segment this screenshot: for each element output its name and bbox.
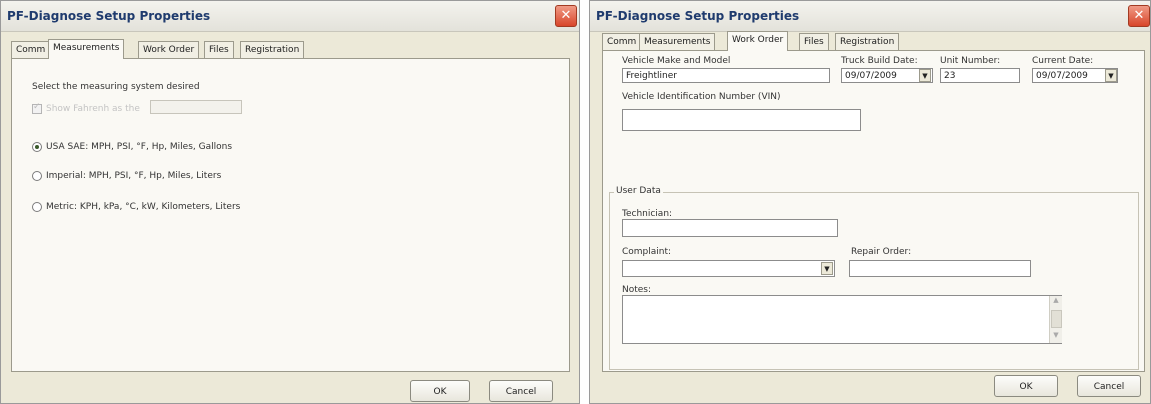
- tab-comm[interactable]: Comm: [602, 33, 642, 50]
- radio-usa-sae[interactable]: [32, 142, 42, 152]
- vehicle-make-field[interactable]: Freightliner: [622, 68, 830, 83]
- radio-metric-label[interactable]: Metric: KPH, kPa, °C, kW, Kilometers, Li…: [46, 202, 240, 212]
- tab-comm[interactable]: Comm: [11, 41, 51, 58]
- tab-registration[interactable]: Registration: [240, 41, 305, 58]
- vehicle-make-label: Vehicle Make and Model: [622, 56, 731, 66]
- chevron-down-icon[interactable]: ▼: [919, 69, 931, 82]
- measurements-panel: Select the measuring system desired Show…: [11, 58, 570, 372]
- vin-label: Vehicle Identification Number (VIN): [622, 92, 781, 102]
- cancel-button[interactable]: Cancel: [1077, 375, 1141, 397]
- truck-build-date-value: 09/07/2009: [845, 71, 897, 81]
- unit-number-label: Unit Number:: [940, 56, 1001, 66]
- radio-metric[interactable]: [32, 202, 42, 212]
- repair-order-field[interactable]: [849, 260, 1031, 277]
- vin-field[interactable]: [622, 109, 861, 131]
- scroll-thumb[interactable]: [1051, 310, 1062, 328]
- notes-label: Notes:: [622, 285, 652, 295]
- radio-usa-sae-label[interactable]: USA SAE: MPH, PSI, °F, Hp, Miles, Gallon…: [46, 142, 232, 152]
- tab-work-order[interactable]: Work Order: [138, 41, 200, 58]
- tab-work-order[interactable]: Work Order: [727, 31, 789, 51]
- title-bar[interactable]: PF-Diagnose Setup Properties ✕: [590, 1, 1150, 32]
- radio-imperial-label[interactable]: Imperial: MPH, PSI, °F, Hp, Miles, Liter…: [46, 171, 221, 181]
- complaint-field[interactable]: [622, 260, 835, 277]
- tab-registration[interactable]: Registration: [835, 33, 900, 50]
- work-order-panel: Vehicle Make and Model Freightliner Truc…: [602, 50, 1145, 372]
- tab-measurements[interactable]: Measurements: [48, 39, 125, 59]
- truck-build-date-label: Truck Build Date:: [841, 56, 918, 66]
- notes-scrollbar[interactable]: ▲ ▼: [1049, 296, 1062, 343]
- unit-number-field[interactable]: 23: [940, 68, 1020, 83]
- scroll-down-icon[interactable]: ▼: [1051, 331, 1061, 343]
- title-bar[interactable]: PF-Diagnose Setup Properties ✕: [1, 1, 579, 32]
- tab-files[interactable]: Files: [799, 33, 829, 50]
- cancel-button[interactable]: Cancel: [489, 380, 553, 402]
- tab-measurements[interactable]: Measurements: [639, 33, 716, 50]
- tab-files[interactable]: Files: [204, 41, 234, 58]
- close-icon[interactable]: ✕: [555, 5, 577, 27]
- work-order-dialog: PF-Diagnose Setup Properties ✕ Comm Meas…: [589, 0, 1151, 404]
- ok-button[interactable]: OK: [994, 375, 1058, 397]
- current-date-value: 09/07/2009: [1036, 71, 1088, 81]
- disabled-checkbox: [32, 102, 42, 114]
- current-date-label: Current Date:: [1032, 56, 1094, 66]
- technician-label: Technician:: [622, 209, 673, 219]
- measuring-system-prompt: Select the measuring system desired: [32, 82, 200, 92]
- notes-textarea[interactable]: [622, 295, 1062, 344]
- dialog-title: PF-Diagnose Setup Properties: [7, 9, 211, 23]
- technician-field[interactable]: [622, 219, 838, 237]
- disabled-option-label: Show Fahrenh as the: [46, 104, 140, 114]
- repair-order-label: Repair Order:: [851, 247, 912, 257]
- chevron-down-icon[interactable]: ▼: [821, 262, 833, 275]
- ok-button[interactable]: OK: [410, 380, 470, 402]
- chevron-down-icon[interactable]: ▼: [1105, 69, 1117, 82]
- disabled-field: [150, 100, 242, 114]
- close-icon[interactable]: ✕: [1128, 5, 1150, 27]
- complaint-label: Complaint:: [622, 247, 672, 257]
- scroll-up-icon[interactable]: ▲: [1051, 296, 1061, 308]
- user-data-label: User Data: [614, 186, 663, 196]
- radio-imperial[interactable]: [32, 171, 42, 181]
- dialog-title: PF-Diagnose Setup Properties: [596, 9, 800, 23]
- measurements-dialog: PF-Diagnose Setup Properties ✕ Comm Meas…: [0, 0, 580, 404]
